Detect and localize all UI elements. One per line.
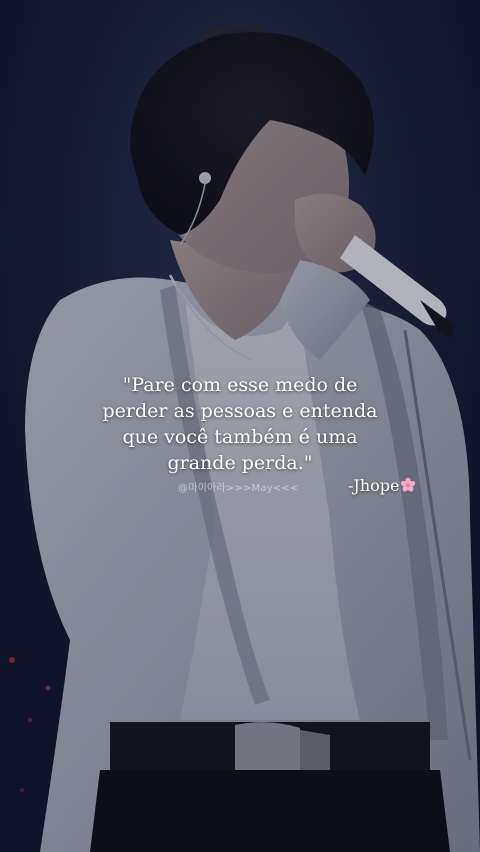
quote-line: "Pare com esse medo de bbox=[122, 374, 358, 396]
cherry-blossom-icon bbox=[401, 477, 416, 492]
quote-line: grande perda." bbox=[167, 452, 313, 474]
creator-watermark: @마이아라>>>May<<< bbox=[178, 483, 299, 494]
author-name: -Jhope bbox=[348, 476, 400, 495]
quote-line: perder as pessoas e entenda bbox=[102, 400, 378, 422]
quote-text: "Pare com esse medo de perder as pessoas… bbox=[0, 372, 480, 476]
wallpaper: "Pare com esse medo de perder as pessoas… bbox=[0, 0, 480, 852]
quote-line: que você também é uma bbox=[122, 426, 358, 448]
quote-author: -Jhope bbox=[348, 476, 416, 495]
